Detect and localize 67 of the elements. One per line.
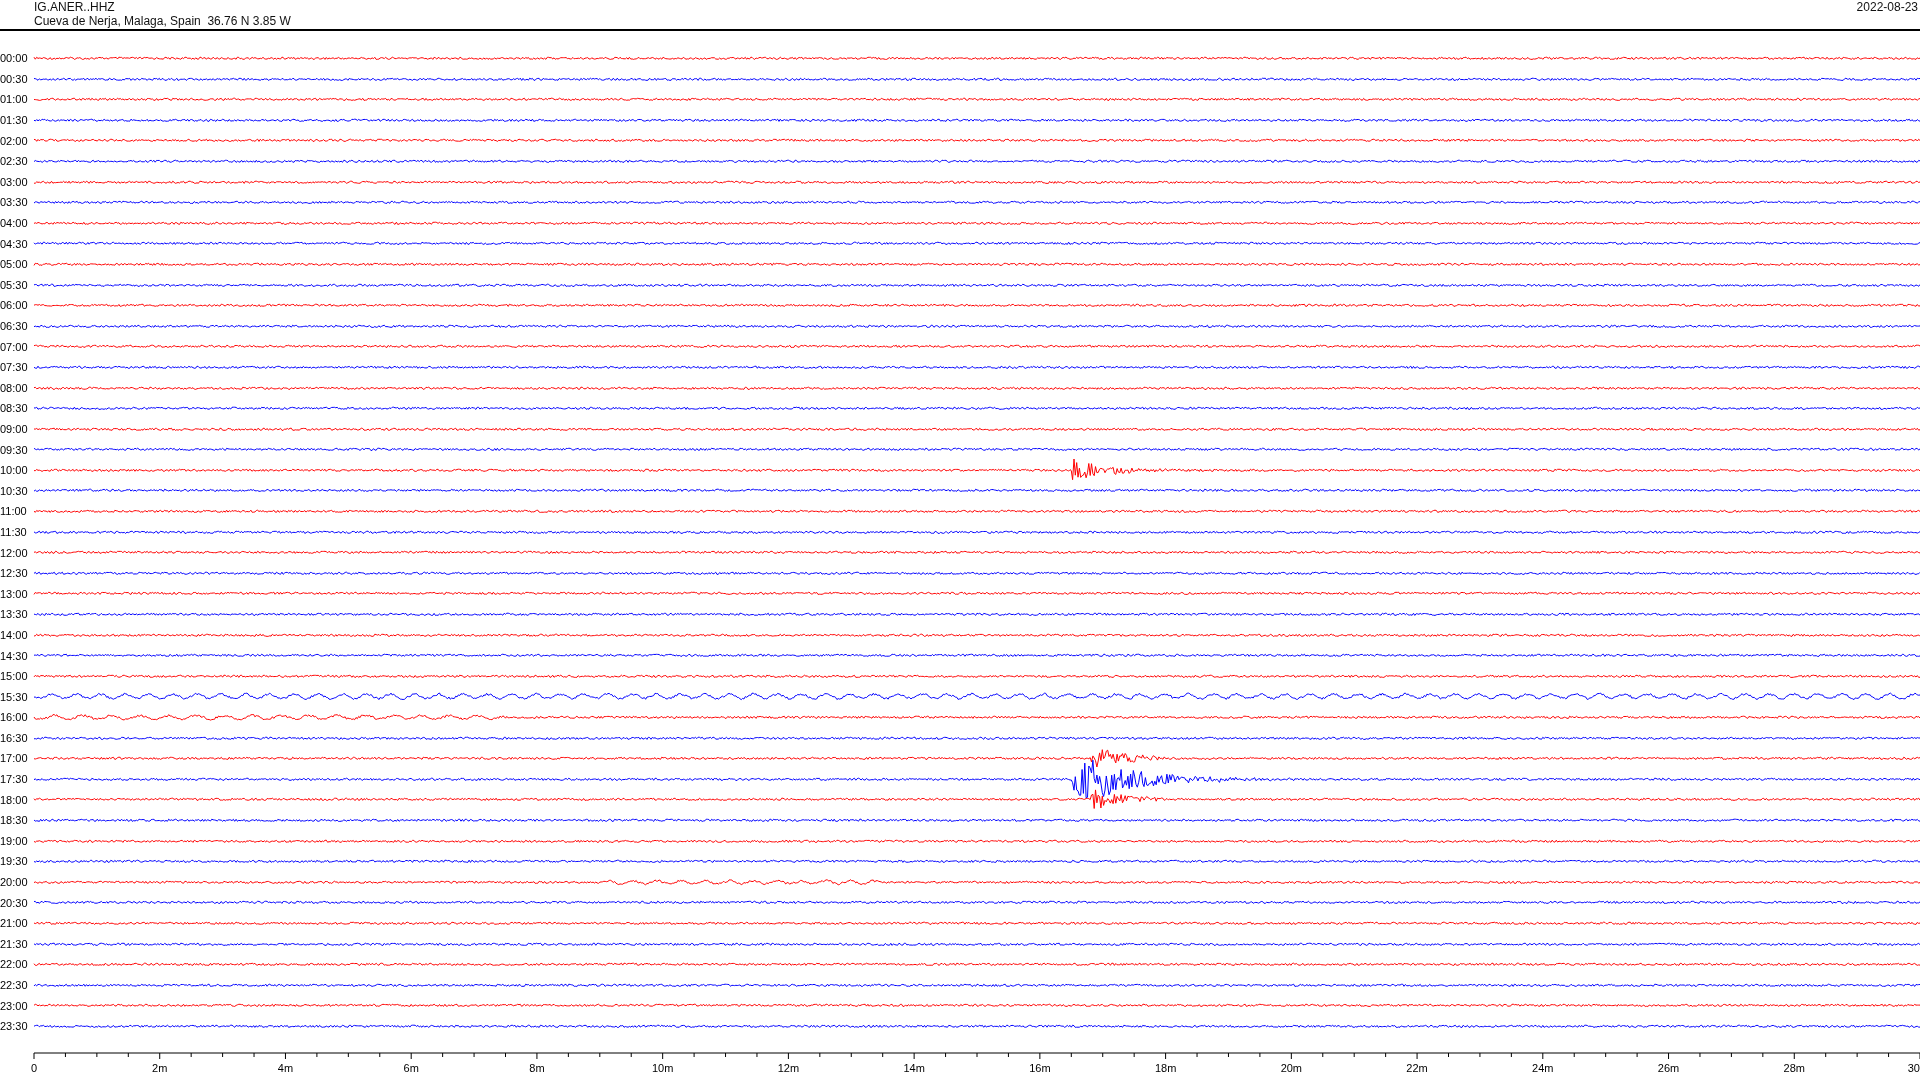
trace-time-label: 17:00 [0,752,29,765]
trace-time-label: 07:00 [0,340,29,353]
trace-time-label: 16:00 [0,711,29,724]
trace-time-label: 05:00 [0,258,29,271]
trace-time-label: 16:30 [0,731,29,744]
trace-time-label: 15:30 [0,690,29,703]
trace-time-label: 03:00 [0,175,29,188]
trace-time-label: 08:00 [0,381,29,394]
axis-label: 22m [1406,1061,1428,1074]
trace-time-label: 11:00 [0,505,28,518]
axis-label: 0 [30,1061,38,1074]
trace-time-label: 03:30 [0,196,29,209]
trace-time-label: 00:00 [0,52,29,65]
trace-time-label: 02:00 [0,134,29,147]
trace-time-label: 19:00 [0,834,29,847]
axis-label: 2m [152,1061,168,1074]
trace-time-label: 02:30 [0,155,29,168]
trace-time-label: 19:30 [0,855,29,868]
trace-time-label: 11:30 [0,525,28,538]
trace-time-label: 14:30 [0,649,29,662]
trace-time-label: 20:30 [0,896,29,909]
axis-label: 26m [1657,1061,1680,1074]
trace-time-label: 22:30 [0,979,29,991]
trace-time-label: 09:00 [0,423,29,435]
trace-time-label: 13:00 [0,587,29,600]
station-location: Cueva de Nerja, Malaga, Spain 36.76 N 3.85 W [34,14,291,28]
trace-time-label: 08:30 [0,402,29,415]
axis-label: 18m [1154,1061,1177,1074]
axis-label: 16m [1029,1061,1051,1074]
trace-time-label: 09:30 [0,443,29,456]
trace-time-label: 15:00 [0,670,29,683]
trace-time-label: 10:30 [0,484,29,497]
trace-time-label: 14:00 [0,628,29,641]
trace-time-label: 22:00 [0,958,29,971]
axis-label: 8m [529,1061,545,1074]
trace-time-label: 18:30 [0,814,29,827]
trace-time-label: 21:30 [0,937,29,950]
trace-time-label: 23:30 [0,1020,29,1033]
axis-label: 20m [1280,1061,1303,1074]
axis-label: 14m [903,1061,925,1074]
trace-time-label: 12:00 [0,546,29,559]
axis-label: 10m [651,1061,674,1074]
trace-time-label: 12:30 [0,567,29,580]
trace-time-label: 10:00 [0,464,29,477]
trace-time-label: 04:30 [0,237,29,250]
trace-time-label: 01:00 [0,93,29,106]
trace-time-label: 23:00 [0,999,29,1012]
station-code: IG.ANER..HHZ [34,0,116,14]
record-date: 2022-08-23 [1856,0,1918,16]
trace-time-label: 06:30 [0,320,29,332]
trace-time-label: 01:30 [0,114,29,127]
axis-label: 28m [1783,1061,1805,1074]
trace-time-label: 17:30 [0,773,29,786]
axis-label: 4m [277,1061,294,1074]
trace-time-label: 20:00 [0,876,29,889]
axis-label: 6m [403,1061,419,1074]
trace-time-label: 06:00 [0,299,29,312]
trace-time-label: 13:30 [0,608,29,621]
axis-label: 12m [777,1061,800,1074]
axis-label: 24m [1532,1061,1554,1074]
trace-time-label: 04:00 [0,217,29,230]
trace-time-label: 18:00 [0,793,29,806]
trace-time-label: 07:30 [0,361,29,374]
trace-time-label: 00:30 [0,72,29,85]
trace-time-label: 05:30 [0,278,29,291]
axis-label: 30 [1907,1061,1920,1074]
trace-time-label: 21:00 [0,917,29,930]
